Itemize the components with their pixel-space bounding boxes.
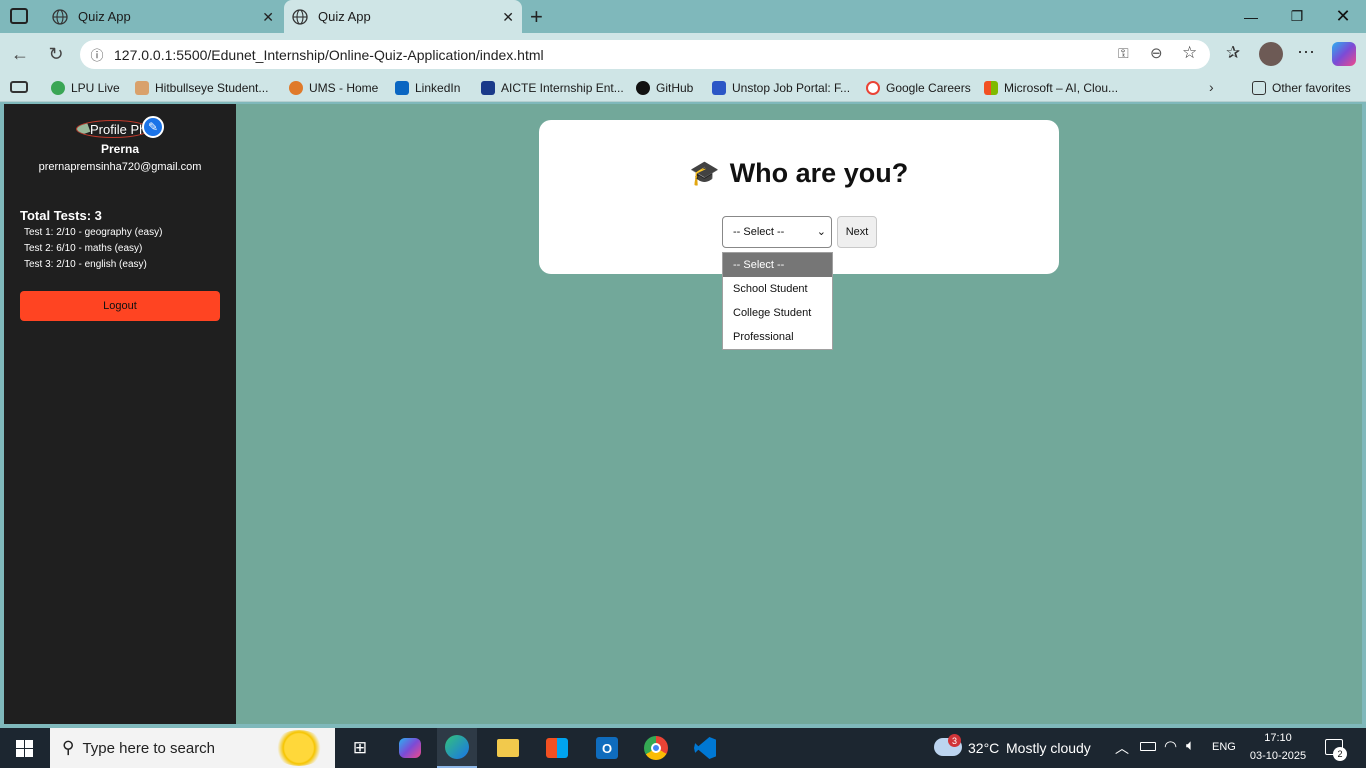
unstop-icon	[712, 81, 726, 95]
favorite-microsoft[interactable]: Microsoft – AI, Clou...	[984, 79, 1118, 97]
user-email: prernapremsinha720@gmail.com	[38, 161, 202, 173]
user-name: Prerna	[100, 142, 140, 156]
search-icon: ⚲	[62, 738, 75, 757]
new-tab-icon[interactable]: +	[530, 4, 543, 30]
role-card: 🎓 Who are you? -- Select -- ⌄ Next	[539, 120, 1059, 274]
zoom-out-icon[interactable]: ⊖	[1150, 44, 1163, 62]
edit-profile-icon[interactable]: ✎	[142, 116, 164, 138]
favorite-lpu-live[interactable]: LPU Live	[51, 79, 120, 97]
back-icon[interactable]: ←	[5, 40, 35, 69]
restore-icon[interactable]: ❐	[1274, 0, 1320, 33]
collections-icon[interactable]	[10, 81, 28, 93]
refresh-icon[interactable]: ↻	[41, 40, 71, 69]
show-hidden-icons[interactable]: ︿	[1115, 738, 1129, 758]
site-info-icon[interactable]: ⓘ	[80, 45, 114, 64]
chevron-down-icon: ⌄	[816, 226, 826, 238]
windows-start-icon[interactable]	[16, 740, 33, 757]
card-heading: 🎓 Who are you?	[539, 158, 1059, 189]
more-menu-icon[interactable]: ⋯	[1297, 42, 1315, 63]
role-select[interactable]: -- Select -- ⌄	[722, 216, 832, 248]
role-dropdown-list: -- Select -- School Student College Stud…	[722, 252, 833, 350]
outlook-icon[interactable]: O	[587, 733, 627, 763]
total-tests: Total Tests: 3	[20, 208, 102, 223]
tab-actions-icon[interactable]	[10, 8, 28, 24]
vscode-icon[interactable]	[685, 733, 725, 763]
clock-date[interactable]: 03-10-2025	[1244, 750, 1312, 762]
minimize-icon[interactable]: —	[1228, 0, 1274, 33]
key-icon[interactable]: ⚿	[1118, 45, 1129, 62]
google-icon	[866, 81, 880, 95]
edge-taskbar-icon[interactable]	[437, 728, 477, 768]
other-favorites-folder[interactable]: Other favorites	[1252, 79, 1351, 97]
folder-icon	[1252, 81, 1266, 95]
globe-icon	[52, 8, 68, 25]
weather-badge: 3	[948, 734, 961, 747]
globe-icon	[292, 8, 308, 25]
file-explorer-icon[interactable]	[488, 733, 528, 763]
tab-title: Quiz App	[318, 9, 371, 24]
ums-icon	[289, 81, 303, 95]
test-history-item: Test 3: 2/10 - english (easy)	[24, 259, 147, 270]
browser-tab-1[interactable]: Quiz App ✕	[44, 0, 282, 33]
profile-avatar-icon[interactable]	[1259, 42, 1283, 66]
wifi-icon[interactable]: ◠	[1164, 737, 1177, 755]
battery-icon[interactable]	[1140, 742, 1156, 751]
broken-image-icon	[77, 122, 91, 136]
task-view-icon[interactable]: ⊞	[340, 733, 380, 763]
next-button[interactable]: Next	[837, 216, 877, 248]
dropdown-option[interactable]: College Student	[723, 301, 832, 325]
close-window-icon[interactable]: ✕	[1320, 0, 1366, 33]
dropdown-option[interactable]: Professional	[723, 325, 832, 349]
address-bar[interactable]: ⓘ 127.0.0.1:5500/Edunet_Internship/Onlin…	[80, 40, 1210, 69]
profile-photo[interactable]: Profile Ph	[76, 120, 150, 138]
test-history-item: Test 2: 6/10 - maths (easy)	[24, 243, 143, 254]
dropdown-option[interactable]: School Student	[723, 277, 832, 301]
store-icon[interactable]	[537, 733, 577, 763]
close-tab-icon[interactable]: ✕	[502, 9, 514, 26]
chrome-icon[interactable]	[636, 733, 676, 763]
favorite-aicte[interactable]: AICTE Internship Ent...	[481, 79, 624, 97]
test-history-item: Test 1: 2/10 - geography (easy)	[24, 227, 163, 238]
favorite-star-icon[interactable]: ☆	[1182, 43, 1197, 63]
graduation-cap-icon: 🎓	[689, 160, 720, 187]
language-indicator[interactable]: ENG	[1212, 741, 1236, 753]
sidebar: Profile Ph ✎ Prerna prernapremsinha720@g…	[4, 104, 236, 724]
dropdown-option-selected[interactable]: -- Select --	[723, 253, 832, 277]
favorite-github[interactable]: GitHub	[636, 79, 693, 97]
github-icon	[636, 81, 650, 95]
chevron-right-icon[interactable]: ›	[1209, 79, 1214, 95]
microsoft-icon	[984, 81, 998, 95]
favorite-ums-home[interactable]: UMS - Home	[289, 79, 378, 97]
volume-icon[interactable]: 🔈︎	[1186, 737, 1195, 754]
heading-text: Who are you?	[729, 158, 909, 188]
favorite-unstop[interactable]: Unstop Job Portal: F...	[712, 79, 850, 97]
weather-temp[interactable]: 32°C	[968, 740, 999, 756]
favorite-hitbullseye[interactable]: Hitbullseye Student...	[135, 79, 268, 97]
weather-text[interactable]: Mostly cloudy	[1006, 740, 1091, 756]
copilot-icon[interactable]	[1332, 42, 1356, 66]
linkedin-icon	[395, 81, 409, 95]
notification-count: 2	[1333, 747, 1347, 761]
hitbullseye-icon	[135, 81, 149, 95]
copilot-taskbar-icon[interactable]	[390, 733, 430, 763]
select-value: -- Select --	[733, 226, 785, 238]
favorite-google-careers[interactable]: Google Careers	[866, 79, 971, 97]
favorite-linkedin[interactable]: LinkedIn	[395, 79, 460, 97]
url-text: 127.0.0.1:5500/Edunet_Internship/Online-…	[114, 46, 544, 63]
browser-tab-2-active[interactable]: Quiz App ✕	[284, 0, 522, 33]
lpu-live-icon	[51, 81, 65, 95]
favorites-icon[interactable]: ✰	[1226, 43, 1240, 63]
sun-smiley-icon	[273, 730, 325, 766]
aicte-icon	[481, 81, 495, 95]
logout-button[interactable]: Logout	[20, 291, 220, 321]
clock-time[interactable]: 17:10	[1248, 732, 1308, 744]
tab-title: Quiz App	[78, 9, 131, 24]
close-tab-icon[interactable]: ✕	[262, 9, 274, 26]
taskbar-search[interactable]: ⚲ Type here to search	[50, 728, 335, 768]
